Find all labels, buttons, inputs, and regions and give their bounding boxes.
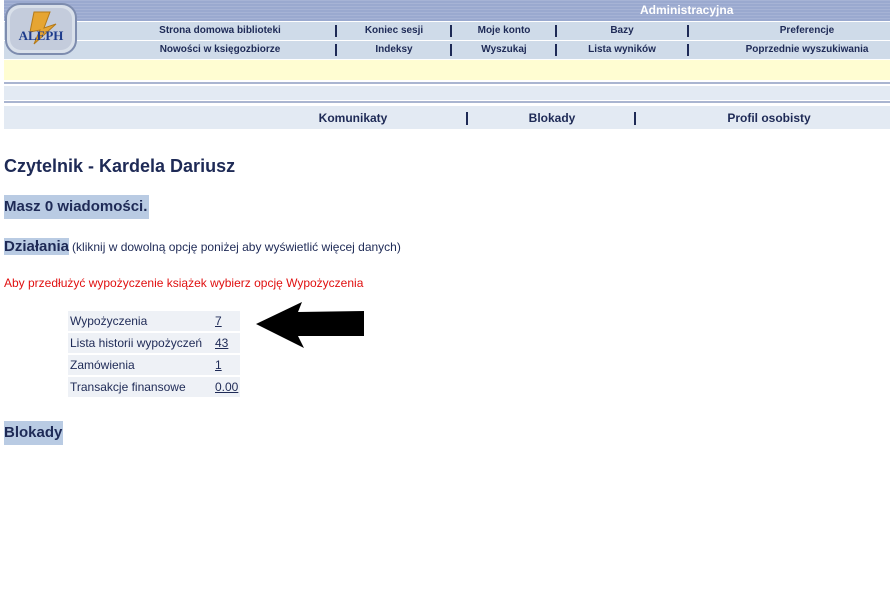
pointer-arrow-icon — [256, 302, 364, 348]
table-row: Wypożyczenia 7 — [68, 311, 241, 331]
renew-notice: Aby przedłużyć wypożyczenie książek wybi… — [4, 276, 364, 290]
messages-heading: Masz 0 wiadomości. — [4, 195, 150, 219]
header-bar — [4, 0, 890, 21]
nav-my-account-link[interactable]: Moje konto — [478, 25, 531, 36]
blocks-heading: Blokady — [4, 421, 64, 445]
financial-label: Transakcje finansowe — [68, 377, 212, 397]
sub-bar — [4, 86, 890, 100]
nav-separator — [335, 44, 337, 56]
nav-separator — [687, 44, 689, 56]
tab-separator — [466, 112, 468, 125]
nav-indexes-link[interactable]: Indeksy — [375, 44, 412, 55]
requests-label: Zamówienia — [68, 355, 212, 375]
logo-text: ALEPH — [19, 28, 64, 43]
nav-databases-link[interactable]: Bazy — [610, 25, 633, 36]
divider — [4, 101, 890, 103]
tab-personal-profile[interactable]: Profil osobisty — [727, 111, 810, 125]
tab-separator — [634, 112, 636, 125]
aleph-logo-icon: ALEPH — [5, 3, 77, 55]
nav-search-link[interactable]: Wyszukaj — [481, 44, 526, 55]
nav-separator — [687, 25, 689, 37]
tab-messages[interactable]: Komunikaty — [319, 111, 388, 125]
nav-results-list-link[interactable]: Lista wyników — [588, 44, 656, 55]
tab-blocks[interactable]: Blokady — [529, 111, 576, 125]
actions-table: Wypożyczenia 7 Lista historii wypożyczeń… — [68, 309, 241, 399]
info-bar — [4, 60, 890, 80]
nav-home-link[interactable]: Strona domowa biblioteki — [159, 25, 281, 36]
table-row: Lista historii wypożyczeń 43 — [68, 333, 241, 353]
nav-separator — [450, 44, 452, 56]
divider — [4, 82, 890, 84]
nav-new-items-link[interactable]: Nowości w księgozbiorze — [160, 44, 281, 55]
table-row: Transakcje finansowe 0.00 — [68, 377, 241, 397]
account-tabs: Komunikaty Blokady Profil osobisty — [4, 106, 890, 129]
actions-heading-line: Działania (kliknij w dowolną opcję poniże… — [4, 236, 401, 258]
requests-link[interactable]: 1 — [215, 358, 222, 372]
loan-history-label: Lista historii wypożyczeń — [68, 333, 212, 353]
aleph-logo[interactable]: ALEPH — [4, 2, 78, 56]
actions-heading: Działania — [4, 238, 70, 255]
admin-label: Administracyjna — [640, 3, 734, 17]
financial-link[interactable]: 0.00 — [215, 380, 238, 394]
nav-separator — [335, 25, 337, 37]
actions-hint: (kliknij w dowolną opcję poniżej aby wyś… — [72, 240, 401, 254]
loans-label: Wypożyczenia — [68, 311, 212, 331]
nav-row-primary: Strona domowa biblioteki Koniec sesji Mo… — [4, 22, 890, 40]
nav-preferences-link[interactable]: Preferencje — [780, 25, 834, 36]
page-title: Czytelnik - Kardela Dariusz — [4, 156, 236, 176]
nav-separator — [450, 25, 452, 37]
nav-previous-searches-link[interactable]: Poprzednie wyszukiwania — [746, 44, 869, 55]
loan-history-link[interactable]: 43 — [215, 336, 228, 350]
nav-separator — [555, 44, 557, 56]
nav-logout-link[interactable]: Koniec sesji — [365, 25, 423, 36]
table-row: Zamówienia 1 — [68, 355, 241, 375]
loans-link[interactable]: 7 — [215, 314, 222, 328]
nav-separator — [555, 25, 557, 37]
nav-row-secondary: Nowości w księgozbiorze Indeksy Wyszukaj… — [4, 41, 890, 59]
